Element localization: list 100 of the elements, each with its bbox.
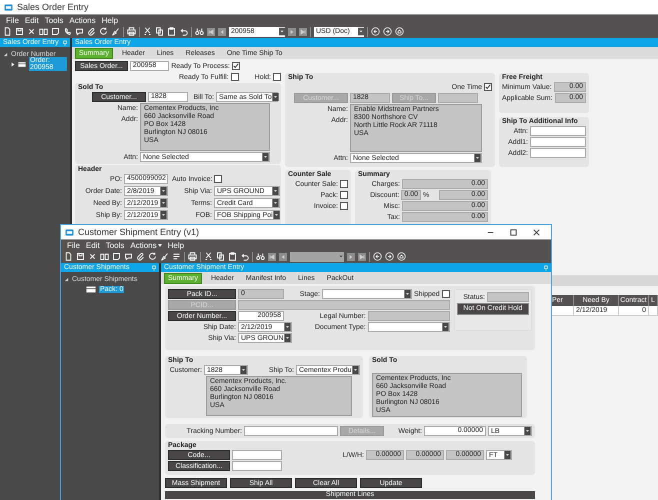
stage-dropdown[interactable] (322, 289, 412, 299)
phone-icon[interactable] (63, 27, 72, 36)
app-icon (65, 228, 74, 236)
speech-bubble-icon[interactable] (124, 252, 133, 261)
document-type-dropdown[interactable] (368, 322, 450, 332)
caret-icon (160, 199, 167, 207)
printer-icon[interactable] (127, 27, 136, 36)
record-icon (86, 286, 96, 292)
menu-item[interactable]: Edit (86, 240, 100, 250)
status-field[interactable] (487, 292, 529, 302)
refresh-icon[interactable] (99, 27, 108, 36)
checkbox[interactable] (340, 202, 348, 210)
scissors-icon[interactable] (143, 27, 152, 36)
checkbox[interactable] (442, 290, 450, 298)
window-title: Customer Shipment Entry (v1) (78, 227, 200, 237)
forward-icon[interactable] (385, 252, 394, 261)
expand-arrow-icon[interactable] (3, 52, 8, 56)
close-icon[interactable] (532, 228, 541, 236)
pin-icon[interactable] (152, 264, 156, 270)
checkbox[interactable] (484, 83, 492, 91)
menu-item[interactable]: Tools (106, 240, 124, 250)
menu-item[interactable]: Tools (44, 16, 64, 24)
next-record-button[interactable] (288, 26, 296, 36)
classification-field[interactable] (232, 461, 282, 471)
pin-icon[interactable] (63, 40, 67, 46)
caret-icon (262, 153, 269, 161)
record-dropdown[interactable] (290, 252, 344, 262)
menu-item[interactable]: Help (168, 240, 184, 250)
binoculars-icon[interactable] (256, 252, 265, 261)
caret-icon (284, 323, 291, 331)
clipboard-icon[interactable] (228, 252, 237, 261)
save-icon[interactable] (15, 27, 24, 36)
caret-icon (240, 366, 247, 374)
caret-icon (272, 199, 279, 207)
expand-arrow-icon[interactable] (11, 62, 15, 66)
menu-item[interactable]: File (6, 16, 19, 24)
menu-item[interactable]: Help (102, 16, 118, 24)
speech-bubble-icon[interactable] (75, 27, 84, 36)
delete-icon[interactable] (27, 27, 36, 36)
last-record-button[interactable] (358, 252, 366, 262)
forward-icon[interactable] (383, 27, 392, 36)
last-record-button[interactable] (299, 26, 307, 36)
caret-icon (284, 334, 291, 342)
printer-icon[interactable] (188, 252, 197, 261)
undo-icon[interactable] (240, 252, 249, 261)
undo-icon[interactable] (179, 27, 188, 36)
expand-arrow-icon[interactable] (64, 276, 69, 282)
checkbox[interactable] (230, 73, 239, 81)
binoculars-icon[interactable] (195, 27, 204, 36)
checkbox[interactable] (340, 180, 348, 188)
previous-record-button[interactable] (218, 26, 226, 36)
previous-record-button[interactable] (279, 252, 287, 262)
checkbox[interactable] (214, 175, 222, 183)
book-icon[interactable] (39, 27, 48, 36)
ship-to-field[interactable] (438, 93, 478, 103)
list-icon[interactable] (172, 252, 181, 261)
paperclip-icon[interactable] (136, 252, 145, 261)
note-icon[interactable] (51, 27, 60, 36)
menu-item[interactable]: Actions (69, 16, 96, 24)
menu-item[interactable]: File (67, 240, 80, 250)
scissors-icon[interactable] (204, 252, 213, 261)
record-icon (18, 60, 26, 68)
checkbox[interactable] (340, 191, 348, 199)
document-icon[interactable] (64, 252, 73, 261)
menu-item[interactable]: Edit (24, 16, 39, 24)
delete-icon[interactable] (88, 252, 97, 261)
text-field[interactable] (530, 137, 586, 147)
caret-icon (474, 154, 481, 162)
book-icon[interactable] (100, 252, 109, 261)
pin-icon[interactable] (544, 264, 548, 270)
legal-number-field[interactable] (368, 311, 450, 321)
caret-icon (504, 451, 511, 459)
refresh-icon[interactable] (148, 252, 157, 261)
note-icon[interactable] (112, 252, 121, 261)
back-icon[interactable] (373, 252, 382, 261)
first-record-button[interactable] (207, 26, 215, 36)
paperclip-icon[interactable] (87, 27, 96, 36)
code-field[interactable] (232, 450, 282, 460)
window-title: Sales Order Entry (17, 2, 89, 12)
maximize-icon[interactable] (509, 228, 518, 236)
checkbox[interactable] (232, 62, 240, 70)
save-icon[interactable] (76, 252, 85, 261)
caret-icon (442, 323, 449, 331)
caret-icon (272, 187, 279, 195)
back-icon[interactable] (371, 27, 380, 36)
tracking-number-field[interactable] (244, 426, 338, 436)
copy-icon[interactable] (216, 252, 225, 261)
text-field[interactable] (530, 126, 586, 136)
copy-icon[interactable] (155, 27, 164, 36)
next-record-button[interactable] (347, 252, 355, 262)
first-record-button[interactable] (268, 252, 276, 262)
text-field[interactable] (530, 148, 586, 158)
menu-item[interactable]: Actions (130, 240, 162, 250)
clipboard-icon[interactable] (167, 27, 176, 36)
pcid-field[interactable] (238, 300, 450, 310)
home-icon[interactable] (397, 252, 406, 261)
checkbox[interactable] (273, 73, 281, 81)
caret-icon (272, 93, 279, 101)
document-icon[interactable] (3, 27, 12, 36)
home-icon[interactable] (395, 27, 404, 36)
